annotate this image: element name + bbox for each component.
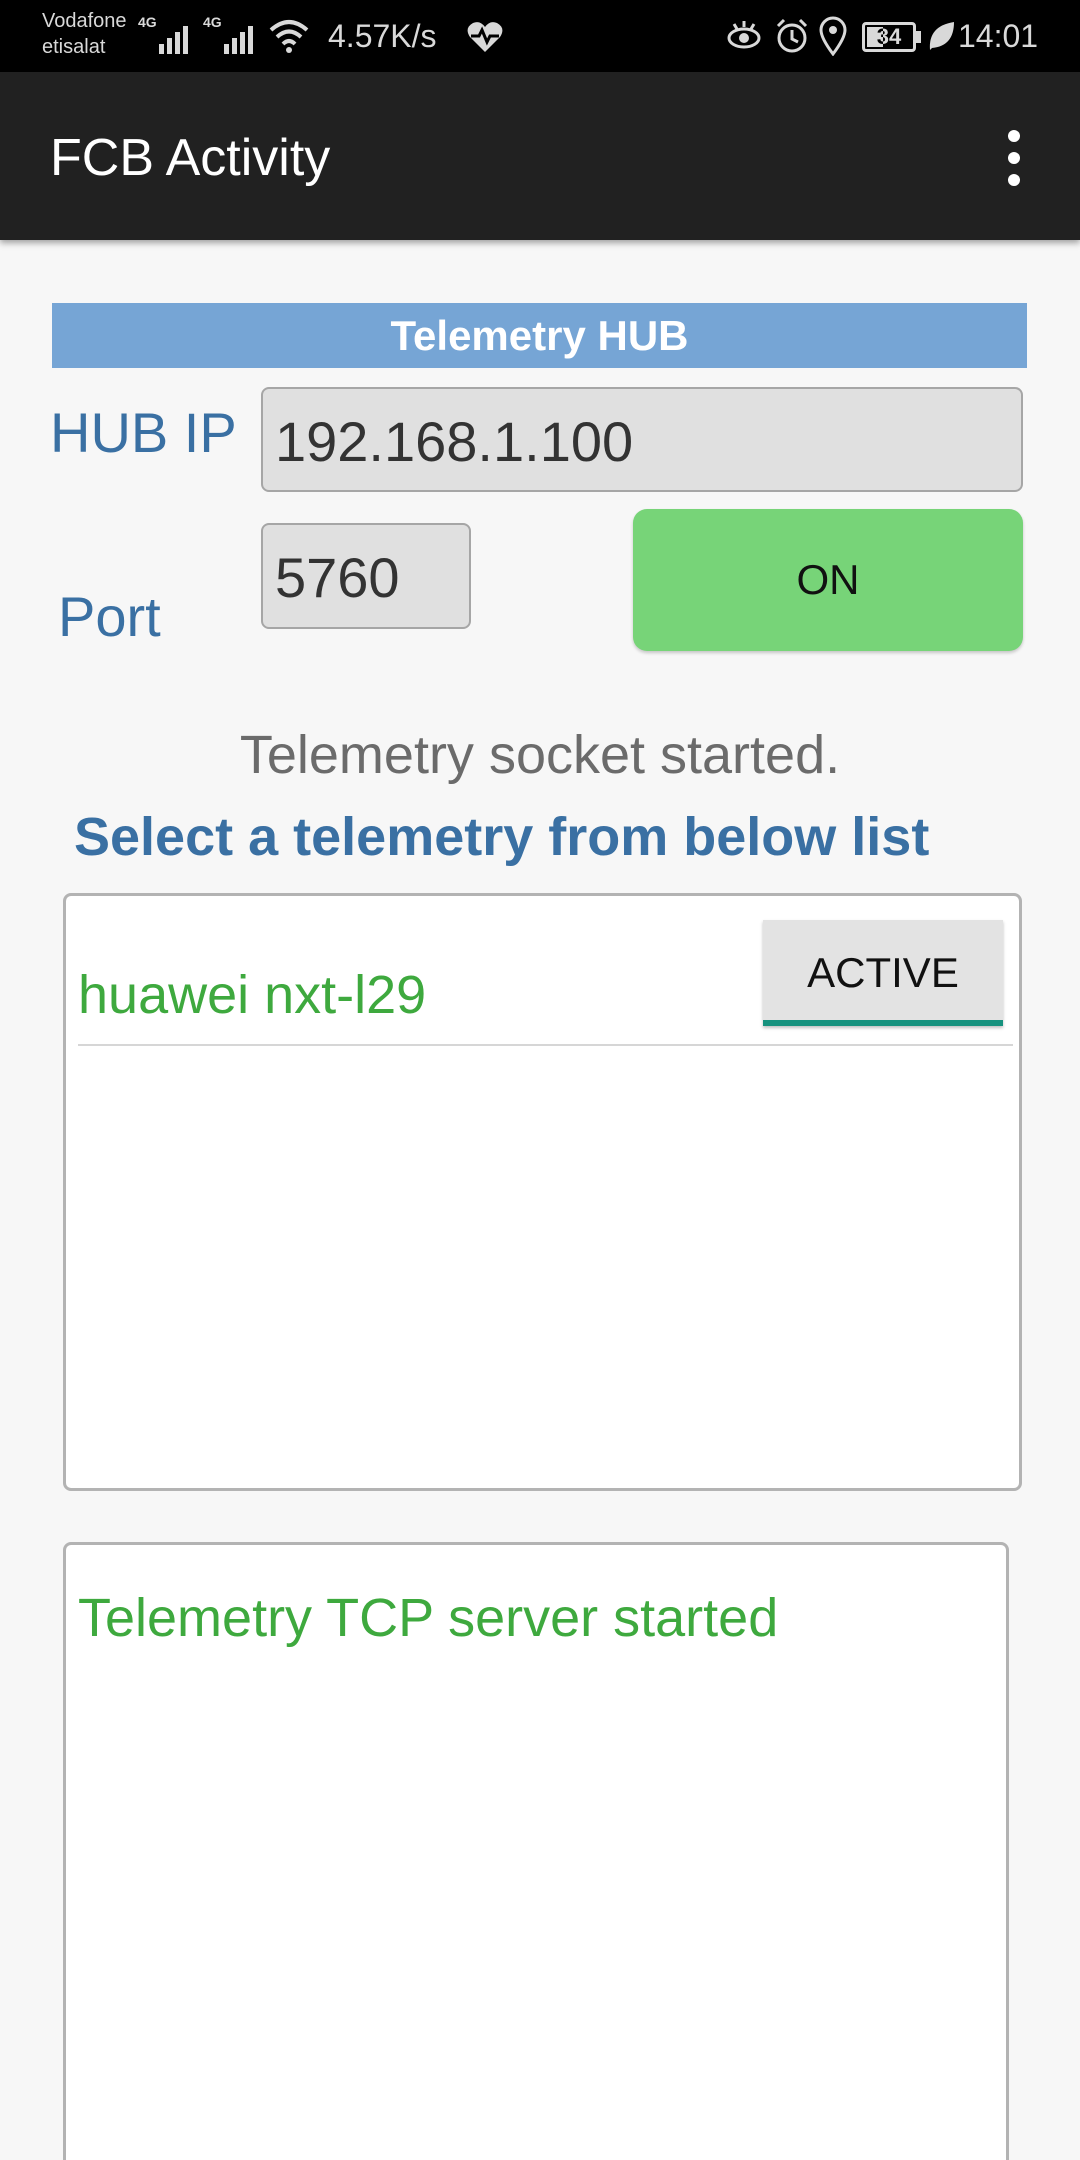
signal-icon: 4G [138, 14, 191, 54]
telemetry-list-title: Select a telemetry from below list [74, 807, 930, 867]
app-title: FCB Activity [50, 129, 331, 187]
network-type-1: 4G [138, 14, 157, 30]
hub-ip-label: HUB IP [50, 401, 237, 464]
alarm-icon [776, 18, 808, 53]
location-icon [819, 16, 847, 56]
app-bar: FCB Activity [0, 72, 1080, 240]
active-button[interactable]: ACTIVE [763, 920, 1003, 1026]
battery-icon: 34 [862, 22, 916, 52]
telemetry-list[interactable]: huawei nxt-l29 ACTIVE [63, 893, 1022, 1491]
hub-toggle-button[interactable]: ON [633, 509, 1023, 651]
device-name: huawei nxt-l29 [78, 965, 427, 1025]
eye-icon [727, 21, 761, 49]
port-label: Port [58, 585, 161, 648]
carrier-2: etisalat [42, 36, 106, 58]
leaf-icon [929, 22, 954, 50]
health-icon [467, 22, 503, 52]
log-line: Telemetry TCP server started [78, 1588, 779, 1648]
carrier-1: Vodafone [42, 10, 127, 32]
hub-ip-input[interactable]: 192.168.1.100 [261, 387, 1023, 492]
more-vert-icon[interactable] [996, 130, 1032, 190]
wifi-icon [269, 20, 309, 53]
socket-status-text: Telemetry socket started. [239, 725, 841, 785]
network-speed: 4.57K/s [328, 18, 437, 54]
status-bar: Vodafone etisalat 4G 4G 4.57K/s 34 14:01 [0, 0, 1080, 72]
list-item[interactable]: huawei nxt-l29 ACTIVE [78, 916, 1013, 1046]
battery-nub [916, 31, 921, 43]
telemetry-hub-header: Telemetry HUB [52, 303, 1027, 368]
log-panel[interactable]: Telemetry TCP server started [63, 1542, 1009, 2160]
signal-icon: 4G [203, 14, 256, 54]
carrier-names: Vodafone etisalat [42, 8, 127, 60]
port-input[interactable]: 5760 [261, 523, 471, 629]
network-type-2: 4G [203, 14, 222, 30]
battery-level: 34 [876, 24, 902, 49]
clock: 14:01 [958, 18, 1039, 54]
